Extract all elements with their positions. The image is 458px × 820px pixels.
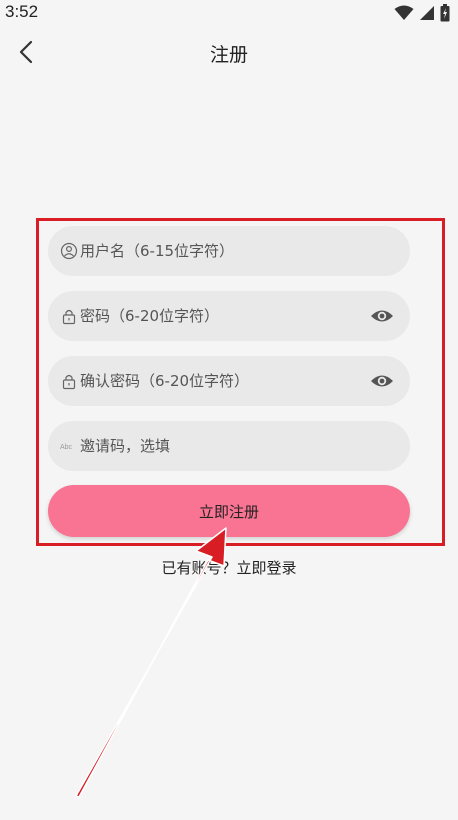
password-input[interactable] [80, 291, 360, 341]
login-link[interactable]: 立即登录 [237, 559, 297, 577]
lock-icon [62, 374, 76, 390]
wifi-icon [394, 5, 414, 20]
status-bar: 3:52 [0, 0, 458, 26]
username-field[interactable] [48, 226, 410, 276]
header: 注册 [0, 30, 458, 74]
password-field[interactable] [48, 291, 410, 341]
svg-text:Abc: Abc [60, 444, 73, 451]
login-prompt-text: 已有账号？ [161, 559, 237, 577]
login-prompt-row: 已有账号？立即登录 [0, 557, 458, 578]
eye-icon[interactable] [370, 371, 394, 391]
signal-icon [420, 6, 434, 20]
eye-icon[interactable] [370, 306, 394, 326]
user-icon [60, 242, 78, 260]
page-title: 注册 [209, 44, 248, 66]
invite-code-field[interactable]: Abc [48, 421, 410, 471]
battery-icon [440, 4, 450, 22]
register-button[interactable]: 立即注册 [48, 485, 410, 537]
abc-icon: Abc [60, 444, 73, 451]
invite-code-input[interactable] [80, 421, 360, 471]
username-input[interactable] [80, 226, 360, 276]
confirm-password-field[interactable] [48, 356, 410, 406]
annotation-arrow [75, 527, 227, 798]
register-screen: 3:52 注册 用户名（6-15位字符） Abc 邀请码，选填 立即注册 已有账… [0, 0, 458, 820]
confirm-password-input[interactable] [80, 356, 360, 406]
status-time: 3:52 [5, 2, 39, 21]
status-icons [394, 4, 450, 22]
lock-icon [62, 309, 76, 325]
